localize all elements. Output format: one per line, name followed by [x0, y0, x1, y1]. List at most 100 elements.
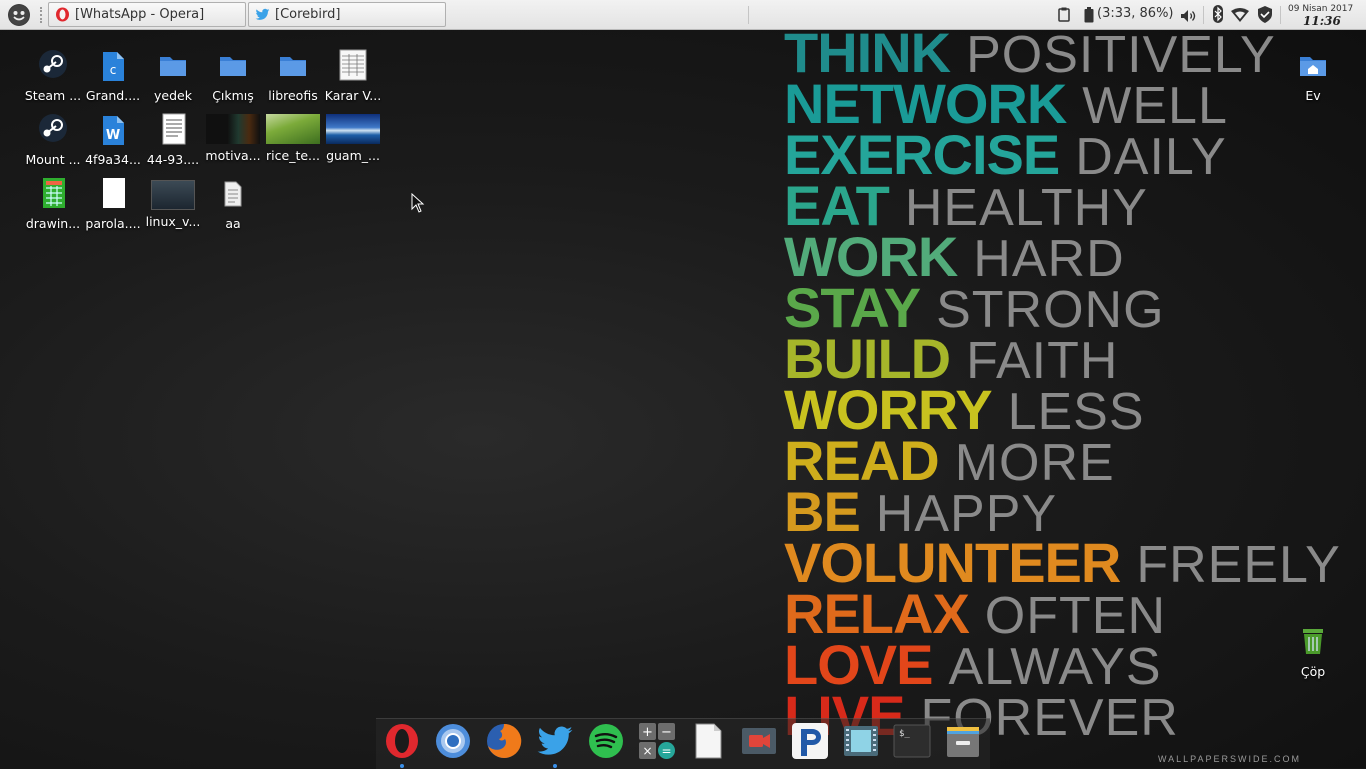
- dock-terminal-icon[interactable]: $_: [893, 722, 931, 760]
- dock-twitter-icon[interactable]: [536, 722, 574, 760]
- mouse-pointer-icon: [411, 192, 425, 217]
- desktop-icon-motiva[interactable]: motiva...: [202, 112, 264, 163]
- panel-separator: [748, 6, 749, 24]
- clock-date[interactable]: 09 Nisan 2017: [1288, 4, 1353, 14]
- folder-icon: [215, 48, 251, 84]
- desktop-icon-label: Steam ...: [24, 88, 82, 103]
- shield-icon[interactable]: [1257, 6, 1273, 27]
- desktop-icon-label: 4f9a34...: [85, 152, 141, 167]
- desktop-icon-label: Çıkmış: [212, 88, 254, 103]
- desktop-icon-label: Karar V...: [324, 88, 382, 103]
- text-document-icon: [155, 112, 191, 148]
- desktop-icon-label: aa: [225, 216, 241, 231]
- taskbar-button-corebird[interactable]: [Corebird]: [248, 2, 446, 27]
- desktop-icon-label: Grand....: [85, 88, 141, 103]
- desktop-icon-label: guam_...: [326, 148, 380, 163]
- wallpaper-thin-word: FREELY: [1136, 536, 1341, 594]
- desktop-icon-label: libreofis: [268, 88, 318, 103]
- desktop-icon-44-93[interactable]: 44-93....: [142, 112, 204, 167]
- dock-running-indicator: [553, 764, 557, 768]
- dock-video-player-icon[interactable]: [842, 722, 880, 760]
- desktop-icon-libreofis[interactable]: libreofis: [262, 48, 324, 103]
- desktop-icon-steam[interactable]: Steam ...: [22, 48, 84, 103]
- svg-text:c: c: [110, 63, 117, 77]
- desktop-icon-label: linux_v...: [145, 214, 201, 229]
- dock-pandora-icon[interactable]: [791, 722, 829, 760]
- wallpaper-quote: THINK POSITIVELY NETWORK WELL EXERCISE DAILY E…: [784, 30, 1344, 744]
- panel-separator: [1280, 6, 1281, 24]
- home-folder-icon: [1295, 48, 1331, 84]
- svg-text:W: W: [106, 128, 120, 143]
- document-icon: c: [95, 48, 131, 84]
- desktop-icon-trash[interactable]: Çöp: [1282, 624, 1344, 679]
- svg-text:−: −: [661, 725, 672, 740]
- desktop-icon-cikmis[interactable]: Çıkmış: [202, 48, 264, 103]
- desktop-icon-linux-v[interactable]: linux_v...: [142, 176, 204, 229]
- blank-document-icon: [95, 176, 131, 212]
- spreadsheet-icon: [335, 48, 371, 84]
- desktop-icon-4f9a34[interactable]: W 4f9a34...: [82, 112, 144, 167]
- svg-text:=: =: [661, 744, 671, 758]
- top-panel: [WhatsApp - Opera] [Corebird] (3:33, 86%…: [0, 0, 1366, 30]
- desktop-icon-yedek[interactable]: yedek: [142, 48, 204, 103]
- desktop-icon-karar[interactable]: Karar V...: [322, 48, 384, 103]
- opera-icon: [55, 7, 70, 22]
- text-file-icon: [215, 176, 251, 212]
- battery-icon[interactable]: [1084, 7, 1094, 27]
- volume-icon[interactable]: [1180, 8, 1196, 27]
- dock-chromium-icon[interactable]: [434, 722, 472, 760]
- steam-icon: [35, 48, 71, 84]
- desktop-icon-guam[interactable]: guam_...: [322, 112, 384, 163]
- desktop-icon-label: Çöp: [1300, 664, 1326, 679]
- desktop-icon-label: Mount ...: [25, 152, 81, 167]
- video-thumbnail: [151, 180, 195, 210]
- clock-time[interactable]: 11:36: [1303, 14, 1341, 28]
- folder-icon: [275, 48, 311, 84]
- desktop-icon-label: 44-93....: [146, 152, 200, 167]
- wifi-icon[interactable]: [1231, 7, 1249, 26]
- desktop-icon-grand[interactable]: c Grand....: [82, 48, 144, 103]
- svg-text:×: ×: [642, 744, 652, 758]
- dock-opera-icon[interactable]: [383, 722, 421, 760]
- desktop-icon-label: drawin...: [25, 216, 81, 231]
- dock-calculator-icon[interactable]: + − × =: [638, 722, 676, 760]
- desktop-icon-label: motiva...: [205, 148, 261, 163]
- image-thumbnail: [206, 114, 260, 144]
- desktop-icon-drawing[interactable]: drawin...: [22, 176, 84, 231]
- trash-icon: [1295, 624, 1331, 660]
- desktop-icon-parola[interactable]: parola....: [82, 176, 144, 231]
- dock-screen-recorder-icon[interactable]: [740, 722, 778, 760]
- svg-text:$_: $_: [899, 729, 910, 739]
- svg-text:+: +: [642, 725, 653, 740]
- word-icon: W: [95, 112, 131, 148]
- twitter-icon: [255, 7, 270, 22]
- steam-icon: [35, 112, 71, 148]
- desktop-icon-label: parola....: [85, 216, 141, 231]
- desktop-icon-rice[interactable]: rice_te...: [262, 112, 324, 163]
- dock-firefox-icon[interactable]: [485, 722, 523, 760]
- drawing-icon: [35, 176, 71, 212]
- battery-status: (3:33, 86%): [1097, 6, 1174, 21]
- desktop-icon-label: Ev: [1305, 88, 1321, 103]
- taskbar-label: [Corebird]: [275, 7, 341, 22]
- desktop-icon-mount[interactable]: Mount ...: [22, 112, 84, 167]
- bluetooth-icon[interactable]: [1212, 5, 1224, 27]
- image-thumbnail: [266, 114, 320, 144]
- clipboard-icon[interactable]: [1058, 7, 1070, 26]
- folder-icon: [155, 48, 191, 84]
- dock-running-indicator: [400, 764, 404, 768]
- dock-spotify-icon[interactable]: [587, 722, 625, 760]
- panel-separator: [1203, 6, 1204, 24]
- taskbar-label: [WhatsApp - Opera]: [75, 7, 205, 22]
- desktop-icon-label: rice_te...: [266, 148, 320, 163]
- desktop-icon-aa[interactable]: aa: [202, 176, 264, 231]
- dock-archive-manager-icon[interactable]: [944, 722, 982, 760]
- dock-text-editor-icon[interactable]: [689, 722, 727, 760]
- menu-icon[interactable]: [8, 4, 30, 26]
- desktop-icon-label: yedek: [154, 88, 192, 103]
- image-thumbnail: [326, 114, 380, 144]
- wallpaper-watermark: WALLPAPERSWIDE.COM: [1158, 754, 1302, 764]
- desktop-icon-home[interactable]: Ev: [1282, 48, 1344, 103]
- taskbar-button-opera[interactable]: [WhatsApp - Opera]: [48, 2, 246, 27]
- panel-drag-handle[interactable]: [40, 7, 45, 23]
